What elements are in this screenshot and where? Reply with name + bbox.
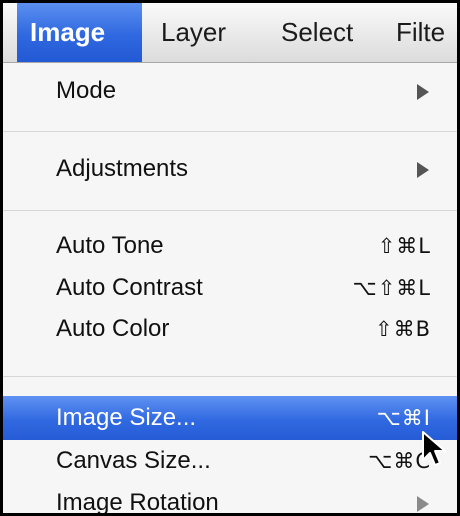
menu-separator — [3, 210, 457, 211]
chevron-right-icon — [417, 84, 429, 100]
screenshot-frame: Image Layer Select Filte Mode Adjustment… — [0, 0, 460, 516]
menu-bar: Image Layer Select Filte — [3, 3, 457, 63]
menubar-item-filter[interactable]: Filte — [383, 3, 457, 62]
menu-item-auto-tone[interactable]: Auto Tone ⇧⌘L — [3, 224, 457, 268]
menu-item-label: Canvas Size... — [56, 447, 211, 474]
menubar-item-select[interactable]: Select — [268, 3, 366, 62]
menu-item-label: Auto Color — [56, 315, 170, 342]
menu-item-image-rotation[interactable]: Image Rotation — [3, 481, 457, 516]
menu-item-auto-color[interactable]: Auto Color ⇧⌘B — [3, 307, 457, 351]
mouse-pointer-icon — [422, 431, 446, 466]
menu-item-canvas-size[interactable]: Canvas Size... ⌥⌘C — [3, 439, 457, 483]
menubar-item-image[interactable]: Image — [17, 3, 142, 62]
menu-item-shortcut: ⌥⇧⌘L — [352, 276, 431, 300]
menu-item-adjustments[interactable]: Adjustments — [3, 147, 457, 191]
image-dropdown-menu: Mode Adjustments Auto Tone ⇧⌘L Auto Cont… — [3, 63, 457, 513]
menu-separator — [3, 376, 457, 377]
menu-item-label: Auto Contrast — [56, 274, 203, 301]
menubar-item-layer[interactable]: Layer — [148, 3, 239, 62]
menu-item-label: Mode — [56, 77, 117, 104]
menu-item-shortcut: ⇧⌘L — [377, 234, 431, 258]
menu-item-label: Image Rotation — [56, 489, 219, 516]
menu-item-auto-contrast[interactable]: Auto Contrast ⌥⇧⌘L — [3, 266, 457, 310]
chevron-right-icon — [417, 496, 429, 512]
menu-item-image-size[interactable]: Image Size... ⌥⌘I — [3, 396, 457, 440]
menu-item-label: Image Size... — [56, 404, 197, 431]
menu-separator — [3, 131, 457, 132]
menu-item-mode[interactable]: Mode — [3, 69, 457, 113]
menu-item-shortcut: ⇧⌘B — [374, 317, 431, 341]
menu-item-label: Adjustments — [56, 155, 189, 182]
chevron-right-icon — [417, 162, 429, 178]
menu-item-label: Auto Tone — [56, 232, 164, 259]
